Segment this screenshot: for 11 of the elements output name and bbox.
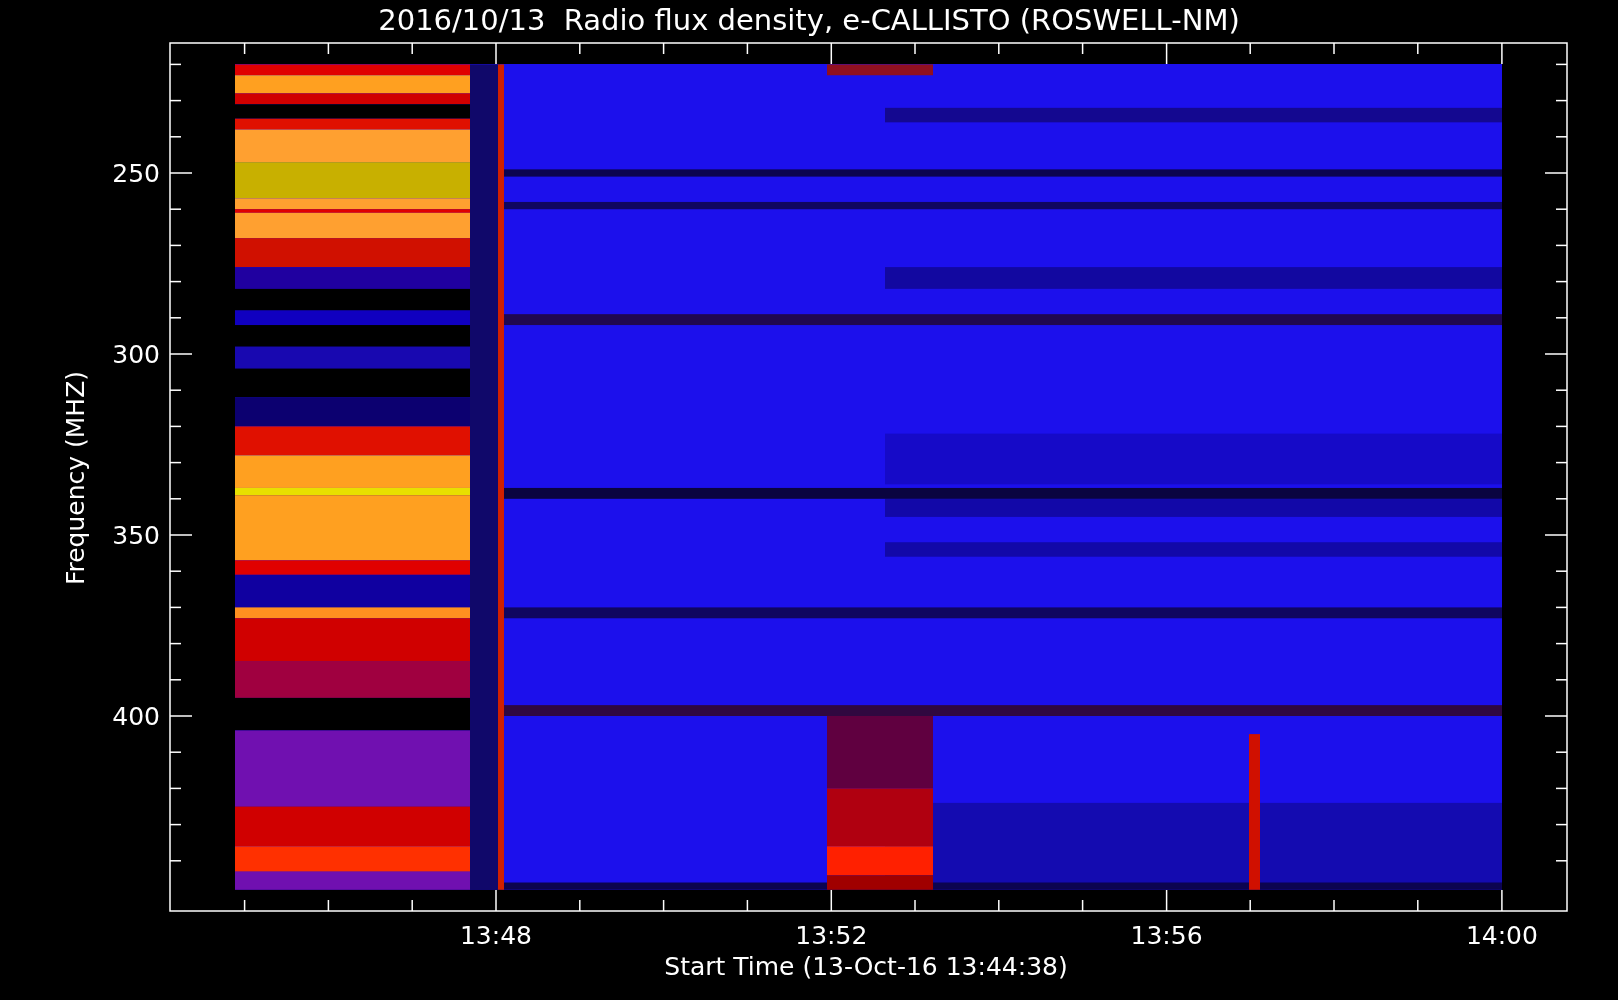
y-tick-label: 400 [112, 702, 160, 731]
x-tick-label: 14:00 [1465, 921, 1538, 950]
y-axis-label: Frequency (MHZ) [61, 370, 90, 586]
x-tick-label: 13:52 [795, 921, 868, 950]
x-tick-label: 13:56 [1130, 921, 1203, 950]
y-tick-label: 300 [112, 340, 160, 369]
x-axis-label: Start Time (13-Oct-16 13:44:38) [664, 952, 1068, 981]
y-tick-label: 250 [112, 159, 160, 188]
chart-title: 2016/10/13 Radio flux density, e-CALLISTO (ROSWELL-NM) [378, 3, 1240, 37]
x-tick-label: 13:48 [460, 921, 532, 950]
y-tick-label: 350 [112, 521, 160, 550]
